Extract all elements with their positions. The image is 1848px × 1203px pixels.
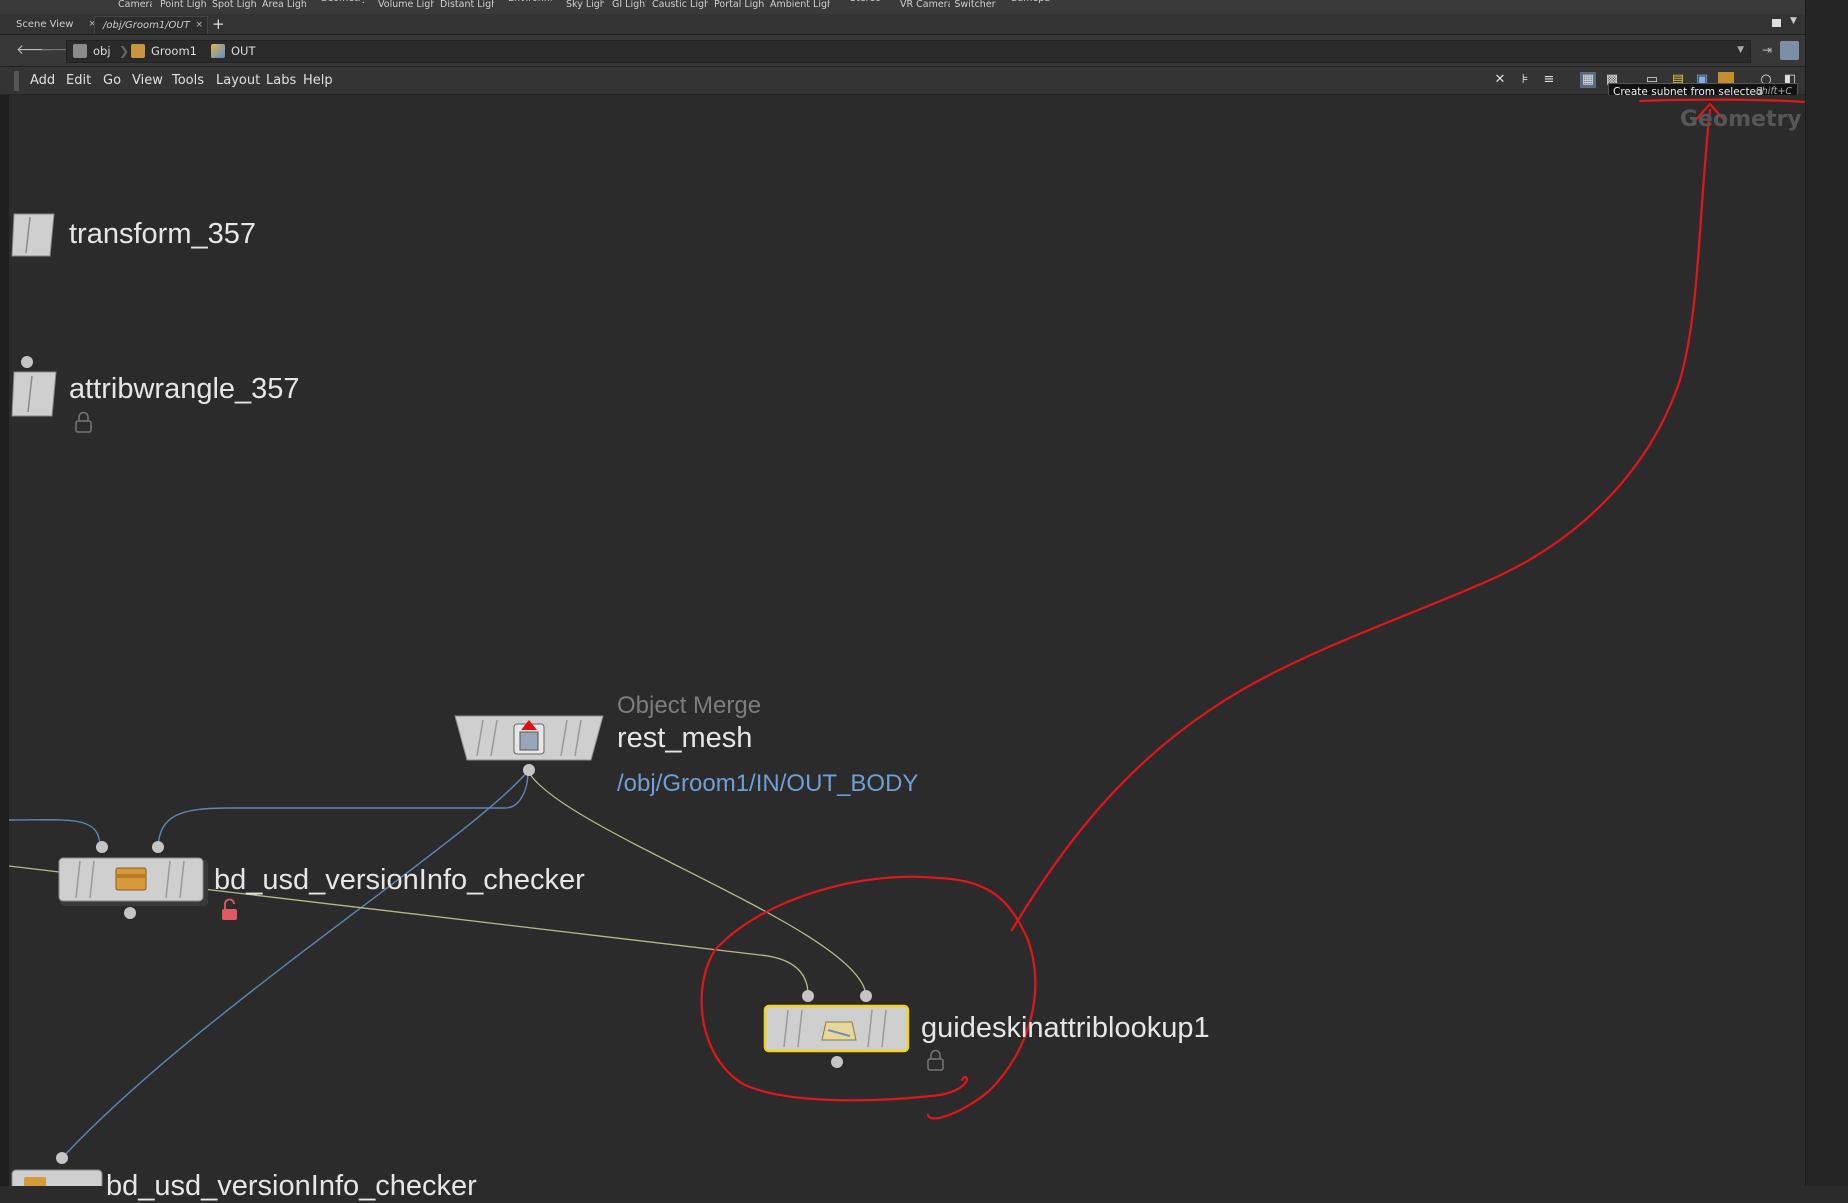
hda-box-icon (24, 1177, 46, 1186)
input-connector[interactable] (56, 1152, 68, 1164)
node-label-attribwrangle: attribwrangle_357 (69, 373, 300, 405)
lock-icon (75, 411, 92, 433)
red-annotation (700, 98, 1805, 1120)
node-guideskinattriblookup[interactable] (763, 990, 910, 1068)
node-body (11, 371, 57, 417)
guide-skin-icon (821, 1021, 857, 1041)
wire-rest-mesh-to-bottom (61, 770, 529, 1159)
node-attribwrangle[interactable] (11, 356, 57, 417)
node-label-transform: transform_357 (69, 218, 256, 250)
input-connector[interactable] (860, 990, 872, 1002)
wire-input-left (8, 819, 101, 848)
wire-rest-mesh-to-checker (157, 770, 529, 848)
unlocked-icon (222, 898, 237, 920)
input-connector[interactable] (96, 841, 108, 853)
node-object-path: /obj/Groom1/IN/OUT_BODY (617, 770, 919, 797)
node-checker[interactable] (58, 841, 208, 919)
network-canvas (8, 98, 1805, 1186)
output-connector[interactable] (831, 1056, 843, 1068)
annotation-underline (1638, 98, 1805, 104)
node-object-merge[interactable] (454, 715, 604, 776)
input-connector[interactable] (21, 356, 33, 368)
output-connector[interactable] (523, 764, 535, 776)
input-connector[interactable] (152, 841, 164, 853)
node-label-checker: bd_usd_versionInfo_checker (214, 864, 585, 896)
lock-icon (927, 1049, 944, 1071)
annotation-arrow-line (1010, 108, 1712, 932)
node-label-rest-mesh: rest_mesh (617, 722, 753, 754)
output-connector[interactable] (124, 907, 136, 919)
node-body (11, 213, 55, 257)
node-type-label: Object Merge (617, 692, 762, 719)
right-side-panel (1805, 0, 1848, 1186)
node-transform[interactable] (11, 213, 55, 257)
node-label-lookup: guideskinattriblookup1 (921, 1012, 1210, 1044)
node-bottom-checker[interactable] (11, 1152, 103, 1186)
input-connector[interactable] (802, 990, 814, 1002)
hda-box-icon (115, 867, 147, 891)
object-merge-icon (513, 720, 545, 755)
annotation-circle-right (926, 876, 1037, 1120)
network-context-label: Geometry (1680, 107, 1802, 132)
node-label-bottom: bd_usd_versionInfo_checker (106, 1170, 477, 1202)
